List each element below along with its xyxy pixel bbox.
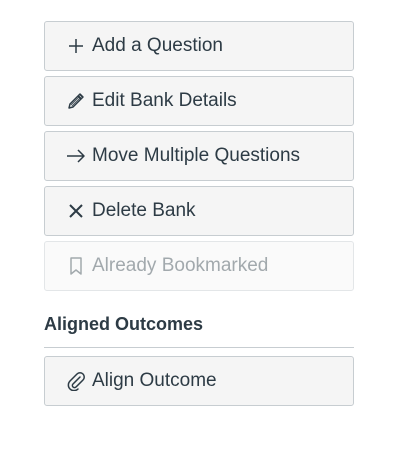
arrow-right-icon xyxy=(65,145,87,167)
edit-bank-details-button[interactable]: Edit Bank Details xyxy=(44,76,354,126)
plus-icon xyxy=(65,35,87,57)
move-multiple-questions-label: Move Multiple Questions xyxy=(92,145,301,166)
move-multiple-questions-button[interactable]: Move Multiple Questions xyxy=(44,131,354,181)
add-question-label: Add a Question xyxy=(92,35,223,56)
aligned-outcomes-heading: Aligned Outcomes xyxy=(44,314,354,348)
bookmark-icon xyxy=(65,255,87,277)
already-bookmarked-label: Already Bookmarked xyxy=(92,255,269,276)
x-icon xyxy=(65,200,87,222)
already-bookmarked-button: Already Bookmarked xyxy=(44,241,354,291)
paperclip-icon xyxy=(65,370,87,392)
align-outcome-label: Align Outcome xyxy=(92,370,217,391)
edit-bank-details-label: Edit Bank Details xyxy=(92,90,237,111)
add-question-button[interactable]: Add a Question xyxy=(44,21,354,71)
delete-bank-button[interactable]: Delete Bank xyxy=(44,186,354,236)
question-bank-sidebar: Add a Question Edit Bank Details Move Mu… xyxy=(44,21,354,411)
align-outcome-button[interactable]: Align Outcome xyxy=(44,356,354,406)
delete-bank-label: Delete Bank xyxy=(92,200,196,221)
pencil-icon xyxy=(65,90,87,112)
